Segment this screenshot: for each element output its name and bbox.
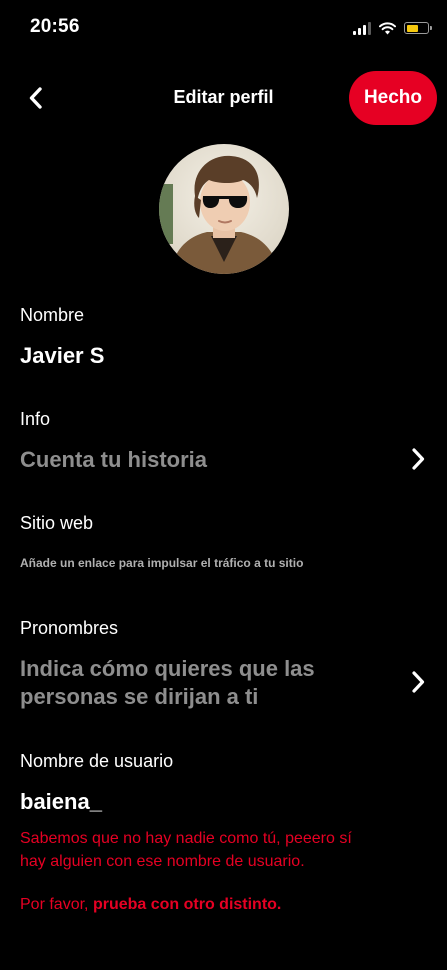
chevron-right-icon[interactable]: [409, 447, 427, 471]
username-error-emphasis: prueba con otro distinto.: [92, 896, 282, 913]
status-icons: [353, 18, 432, 38]
name-label: Nombre: [20, 305, 85, 325]
pronouns-field[interactable]: Indica cómo quieres que las personas se …: [20, 655, 315, 711]
info-label: Info: [20, 409, 51, 429]
username-field[interactable]: baiena_: [20, 789, 102, 815]
username-label: Nombre de usuario: [20, 751, 174, 771]
info-field[interactable]: Cuenta tu historia: [20, 446, 207, 474]
done-button[interactable]: Hecho: [349, 71, 437, 125]
battery-icon: [404, 22, 432, 34]
username-error-prefix: Por favor,: [20, 896, 89, 913]
cellular-signal-icon: [353, 21, 371, 35]
name-field[interactable]: Javier S: [20, 343, 104, 369]
status-time: 20:56: [30, 16, 80, 37]
website-label: Sitio web: [20, 513, 94, 533]
username-error-line: Sabemos que no hay nadie como tú, peeero…: [20, 830, 352, 847]
pronouns-placeholder-line: Indica cómo quieres que las: [20, 656, 315, 681]
nav-bar: Editar perfil Hecho: [0, 68, 447, 126]
username-error-suggestion: Por favor, prueba con otro distinto.: [20, 893, 430, 916]
pronouns-label: Pronombres: [20, 618, 119, 638]
status-bar: 20:56: [0, 0, 447, 54]
chevron-right-icon[interactable]: [409, 670, 427, 694]
profile-avatar[interactable]: [159, 144, 289, 274]
website-field[interactable]: Añade un enlace para impulsar el tráfico…: [20, 556, 303, 570]
profile-photo: [159, 144, 289, 274]
username-error-line: hay alguien con ese nombre de usuario.: [20, 853, 305, 870]
username-error-message: Sabemos que no hay nadie como tú, peeero…: [20, 827, 430, 873]
wifi-icon: [379, 21, 396, 34]
pronouns-placeholder-line: personas se dirijan a ti: [20, 684, 259, 709]
battery-level-fill: [406, 24, 418, 32]
